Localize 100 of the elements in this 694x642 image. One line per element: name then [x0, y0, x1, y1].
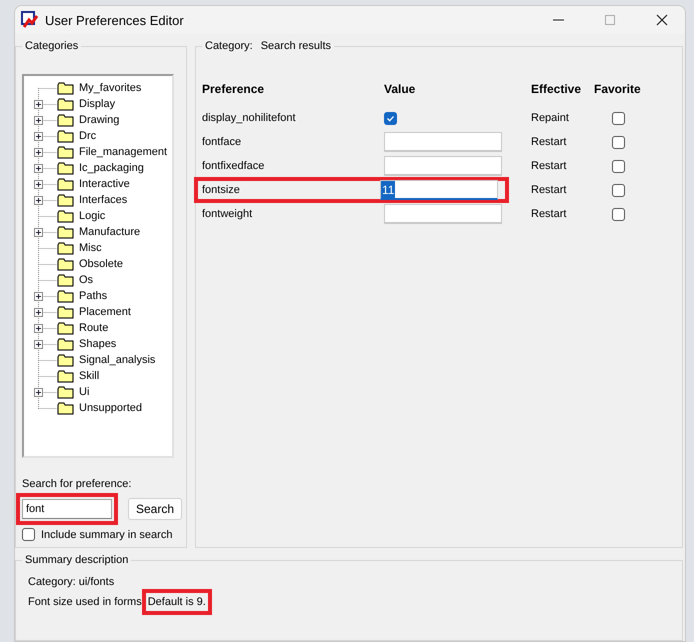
tree-item[interactable]: Interfaces — [79, 194, 128, 206]
expand-icon[interactable] — [34, 180, 43, 189]
tree-item[interactable]: Logic — [79, 210, 106, 222]
summary-text: Font size used in forms — [28, 596, 142, 608]
tree-line — [38, 288, 57, 304]
favorite-checkbox[interactable] — [612, 136, 625, 148]
folder-icon — [57, 242, 74, 254]
tree-item[interactable]: Placement — [79, 306, 131, 318]
folder-icon — [57, 226, 74, 238]
tree-item[interactable]: Drawing — [79, 114, 120, 126]
tree-line — [38, 144, 57, 160]
folder-icon — [57, 130, 74, 142]
folder-icon — [57, 338, 74, 350]
tree-line — [38, 320, 57, 336]
tree-line — [38, 240, 57, 256]
expand-icon[interactable] — [34, 100, 43, 109]
preference-name: fontsize — [202, 184, 240, 196]
expand-icon[interactable] — [34, 148, 43, 157]
expand-icon[interactable] — [34, 164, 43, 173]
search-button[interactable]: Search — [128, 498, 182, 520]
tree-item[interactable]: Misc — [79, 242, 102, 254]
minimize-icon[interactable] — [552, 19, 564, 21]
expand-icon[interactable] — [34, 132, 43, 141]
expand-icon[interactable] — [34, 196, 43, 205]
preference-name: fontface — [202, 136, 242, 148]
tree-item[interactable]: Skill — [79, 370, 100, 382]
column-header: Favorite — [594, 82, 641, 96]
folder-icon — [57, 146, 74, 158]
default-note: Default is 9. — [142, 589, 212, 615]
tree-line — [38, 112, 57, 128]
favorite-checkbox[interactable] — [612, 208, 625, 220]
tree-line — [38, 336, 57, 352]
expand-icon[interactable] — [34, 292, 43, 301]
value-field[interactable] — [384, 156, 502, 176]
tree-line — [38, 272, 57, 288]
column-header: Effective — [531, 82, 582, 96]
folder-icon — [57, 162, 74, 174]
value-field[interactable] — [384, 204, 502, 224]
expand-icon[interactable] — [34, 228, 43, 237]
tree-item[interactable]: Os — [79, 274, 94, 286]
folder-icon — [57, 354, 74, 366]
tree-item[interactable]: Ic_packaging — [79, 162, 144, 174]
tree-item[interactable]: Manufacture — [79, 226, 140, 238]
tree-item[interactable]: My_favorites — [79, 82, 142, 94]
effective-text: Restart — [531, 208, 566, 220]
folder-icon — [57, 258, 74, 270]
effective-text: Repaint — [531, 112, 569, 124]
search-field[interactable]: font — [22, 499, 112, 519]
tree-item[interactable]: Drc — [79, 130, 96, 142]
effective-text: Restart — [531, 160, 566, 172]
expand-icon[interactable] — [34, 324, 43, 333]
favorite-checkbox[interactable] — [612, 160, 625, 172]
expand-icon[interactable] — [34, 116, 43, 125]
folder-icon — [57, 210, 74, 222]
tree-line — [38, 160, 57, 176]
tree-item[interactable]: Shapes — [79, 338, 116, 350]
expand-icon[interactable] — [34, 308, 43, 317]
tree-line — [38, 256, 57, 272]
check-icon — [386, 114, 395, 122]
effective-text: Restart — [531, 136, 566, 148]
summary-category: Category: ui/fonts — [28, 576, 116, 588]
tree-item[interactable]: Interactive — [79, 178, 130, 190]
expand-icon[interactable] — [34, 388, 43, 397]
folder-icon — [57, 402, 74, 414]
panel-title: Categories — [24, 40, 80, 52]
tree-item[interactable]: Paths — [79, 290, 108, 302]
tree-line — [38, 192, 57, 208]
expand-icon[interactable] — [34, 340, 43, 349]
tree-item[interactable]: File_management — [79, 146, 168, 158]
folder-icon — [57, 274, 74, 286]
tree-line — [38, 352, 57, 368]
tree-item[interactable]: Signal_analysis — [79, 354, 156, 366]
tree-line — [38, 128, 57, 144]
tree-line — [38, 224, 57, 240]
effective-text: Restart — [531, 184, 566, 196]
folder-icon — [57, 82, 74, 94]
checkbox-label: Include summary in search — [41, 528, 172, 540]
tree-line — [38, 368, 57, 384]
tree-item[interactable]: Route — [79, 322, 108, 334]
tree-line — [38, 208, 57, 224]
favorite-checkbox[interactable] — [612, 184, 625, 196]
folder-icon — [57, 194, 74, 206]
folder-icon — [57, 306, 74, 318]
close-icon[interactable] — [656, 14, 668, 26]
tree-item[interactable]: Obsolete — [79, 258, 124, 270]
value-field[interactable]: 11 — [380, 180, 498, 200]
tree-item[interactable]: Display — [79, 98, 116, 110]
tree-line — [38, 304, 57, 320]
include-summary-checkbox[interactable] — [22, 528, 35, 541]
folder-icon — [57, 386, 74, 398]
folder-icon — [57, 178, 74, 190]
favorite-checkbox[interactable] — [612, 112, 625, 124]
value-field[interactable] — [384, 132, 502, 152]
tree-item[interactable]: Unsupported — [79, 402, 142, 414]
tree-item[interactable]: Ui — [79, 386, 90, 398]
preference-name: fontfixedface — [202, 160, 264, 172]
category-label: Category: — [205, 40, 253, 52]
value-checkbox[interactable] — [384, 112, 397, 124]
folder-icon — [57, 290, 74, 302]
preference-name: display_nohilitefont — [202, 112, 296, 124]
